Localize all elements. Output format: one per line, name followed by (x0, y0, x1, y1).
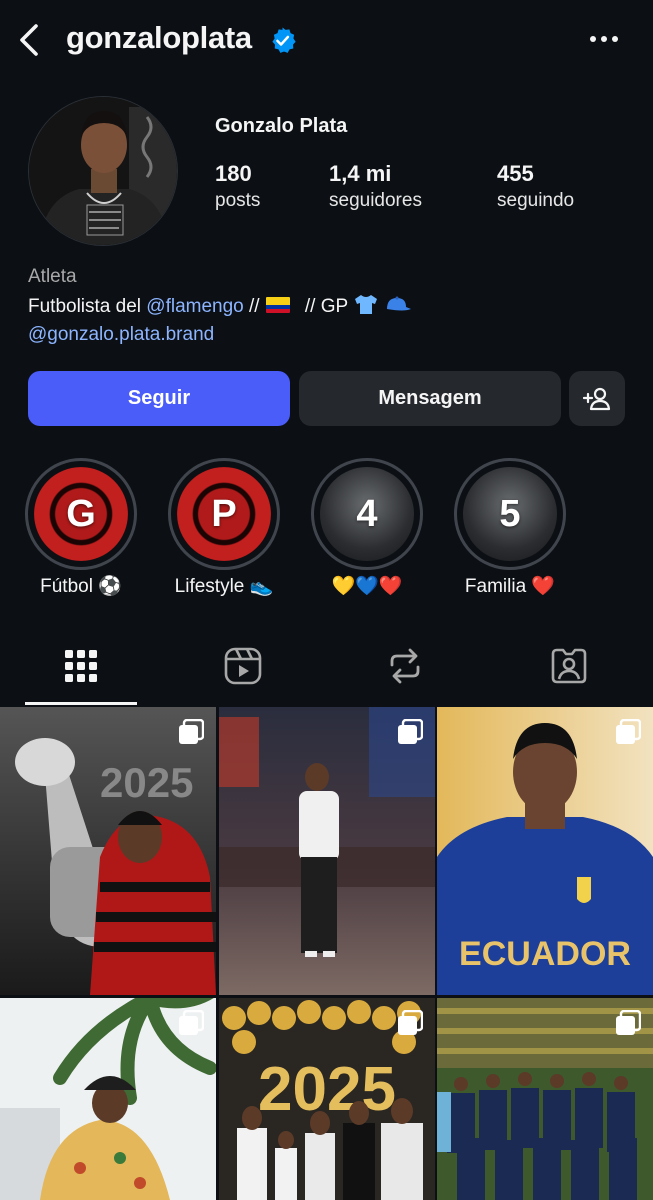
repost-icon (390, 648, 420, 684)
tagged-icon (551, 648, 587, 684)
highlight-futbol[interactable]: G Fútbol ⚽️ (25, 458, 137, 597)
tab-tagged[interactable] (514, 630, 624, 702)
more-options-icon[interactable] (586, 24, 622, 54)
stat-posts-label: posts (215, 190, 261, 211)
post-ecuador-portrait-image: ECUADOR (437, 707, 653, 995)
highlight-label: Familia ❤️ (464, 576, 556, 597)
tshirt-icon (355, 295, 378, 314)
cap-icon (387, 296, 412, 311)
stat-following[interactable]: 455 seguindo (497, 160, 574, 214)
post-tile[interactable] (0, 998, 216, 1200)
add-person-icon (583, 387, 611, 410)
carousel-icon (398, 719, 423, 744)
avatar-photo (29, 97, 177, 245)
highlight-letter: G (66, 492, 96, 535)
highlight-cover: 4 (320, 467, 414, 561)
stat-followers-value: 1,4 mi (329, 161, 392, 186)
bio-text: // (243, 296, 260, 317)
stat-posts-value: 180 (215, 161, 252, 186)
highlight-ring: P (168, 458, 280, 570)
suggest-accounts-button[interactable] (569, 371, 625, 426)
post-times-square-image (219, 707, 435, 995)
tab-reposts[interactable] (350, 630, 460, 702)
highlight-cover: 5 (463, 467, 557, 561)
grid-icon (65, 650, 97, 682)
highlight-label: Fútbol ⚽️ (40, 576, 122, 597)
highlight-cover: G (34, 467, 128, 561)
highlight-letter: 4 (356, 492, 378, 535)
follow-button[interactable]: Seguir (28, 371, 290, 426)
stat-following-label: seguindo (497, 190, 575, 211)
stat-posts[interactable]: 180 posts (215, 160, 260, 214)
carousel-icon (616, 1010, 641, 1035)
verified-badge-icon (272, 27, 296, 53)
highlight-hearts[interactable]: 4 💛💙❤️ (311, 458, 423, 597)
stat-followers[interactable]: 1,4 mi seguidores (329, 160, 422, 214)
reels-icon (224, 647, 262, 685)
tab-reels[interactable] (188, 630, 298, 702)
post-tile[interactable] (437, 998, 653, 1200)
profile-tabs (0, 630, 653, 706)
post-overlay-text: 2025 (258, 1055, 396, 1124)
profile-username: gonzaloplata (66, 20, 252, 55)
bio-text: Futbolista del (28, 296, 147, 317)
top-bar: gonzaloplata (0, 0, 653, 80)
highlight-ring: 5 (454, 458, 566, 570)
carousel-icon (616, 719, 641, 744)
bio-mention-link[interactable]: @flamengo (146, 296, 243, 317)
bio-text: // GP (299, 296, 348, 317)
profile-bio: Futbolista del @flamengo // // GP @gonza… (28, 293, 412, 349)
highlight-letter: 5 (499, 492, 521, 535)
ecuador-flag-icon (265, 297, 290, 313)
posts-grid: 2025 ECUADOR 2025 (0, 707, 653, 1200)
highlight-label: 💛💙❤️ (331, 576, 403, 597)
post-tile[interactable]: 2025 (219, 998, 435, 1200)
highlight-label: Lifestyle 👟 (174, 576, 274, 597)
back-arrow-icon[interactable] (14, 22, 44, 58)
carousel-icon (179, 719, 204, 744)
post-trophy-celebration-image: 2025 (0, 707, 216, 995)
post-tile[interactable] (219, 707, 435, 995)
post-tile[interactable]: ECUADOR (437, 707, 653, 995)
carousel-icon (398, 1010, 423, 1035)
highlight-letter: P (211, 492, 237, 535)
tab-grid[interactable] (26, 630, 136, 702)
message-button[interactable]: Mensagem (299, 371, 561, 426)
highlight-ring: G (25, 458, 137, 570)
highlight-ring: 4 (311, 458, 423, 570)
stat-following-value: 455 (497, 161, 534, 186)
highlight-cover: P (177, 467, 271, 561)
profile-avatar[interactable] (28, 96, 178, 246)
post-tile[interactable]: 2025 (0, 707, 216, 995)
post-overlay-text: ECUADOR (459, 935, 631, 973)
active-tab-indicator (25, 702, 137, 705)
post-overlay-text: 2025 (100, 759, 193, 806)
stat-followers-label: seguidores (329, 190, 422, 211)
profile-category: Atleta (28, 266, 77, 287)
bio-brand-link[interactable]: @gonzalo.plata.brand (28, 324, 214, 345)
highlight-familia[interactable]: 5 Familia ❤️ (454, 458, 566, 597)
highlight-lifestyle[interactable]: P Lifestyle 👟 (168, 458, 280, 597)
carousel-icon (179, 1010, 204, 1035)
profile-display-name: Gonzalo Plata (215, 115, 348, 137)
